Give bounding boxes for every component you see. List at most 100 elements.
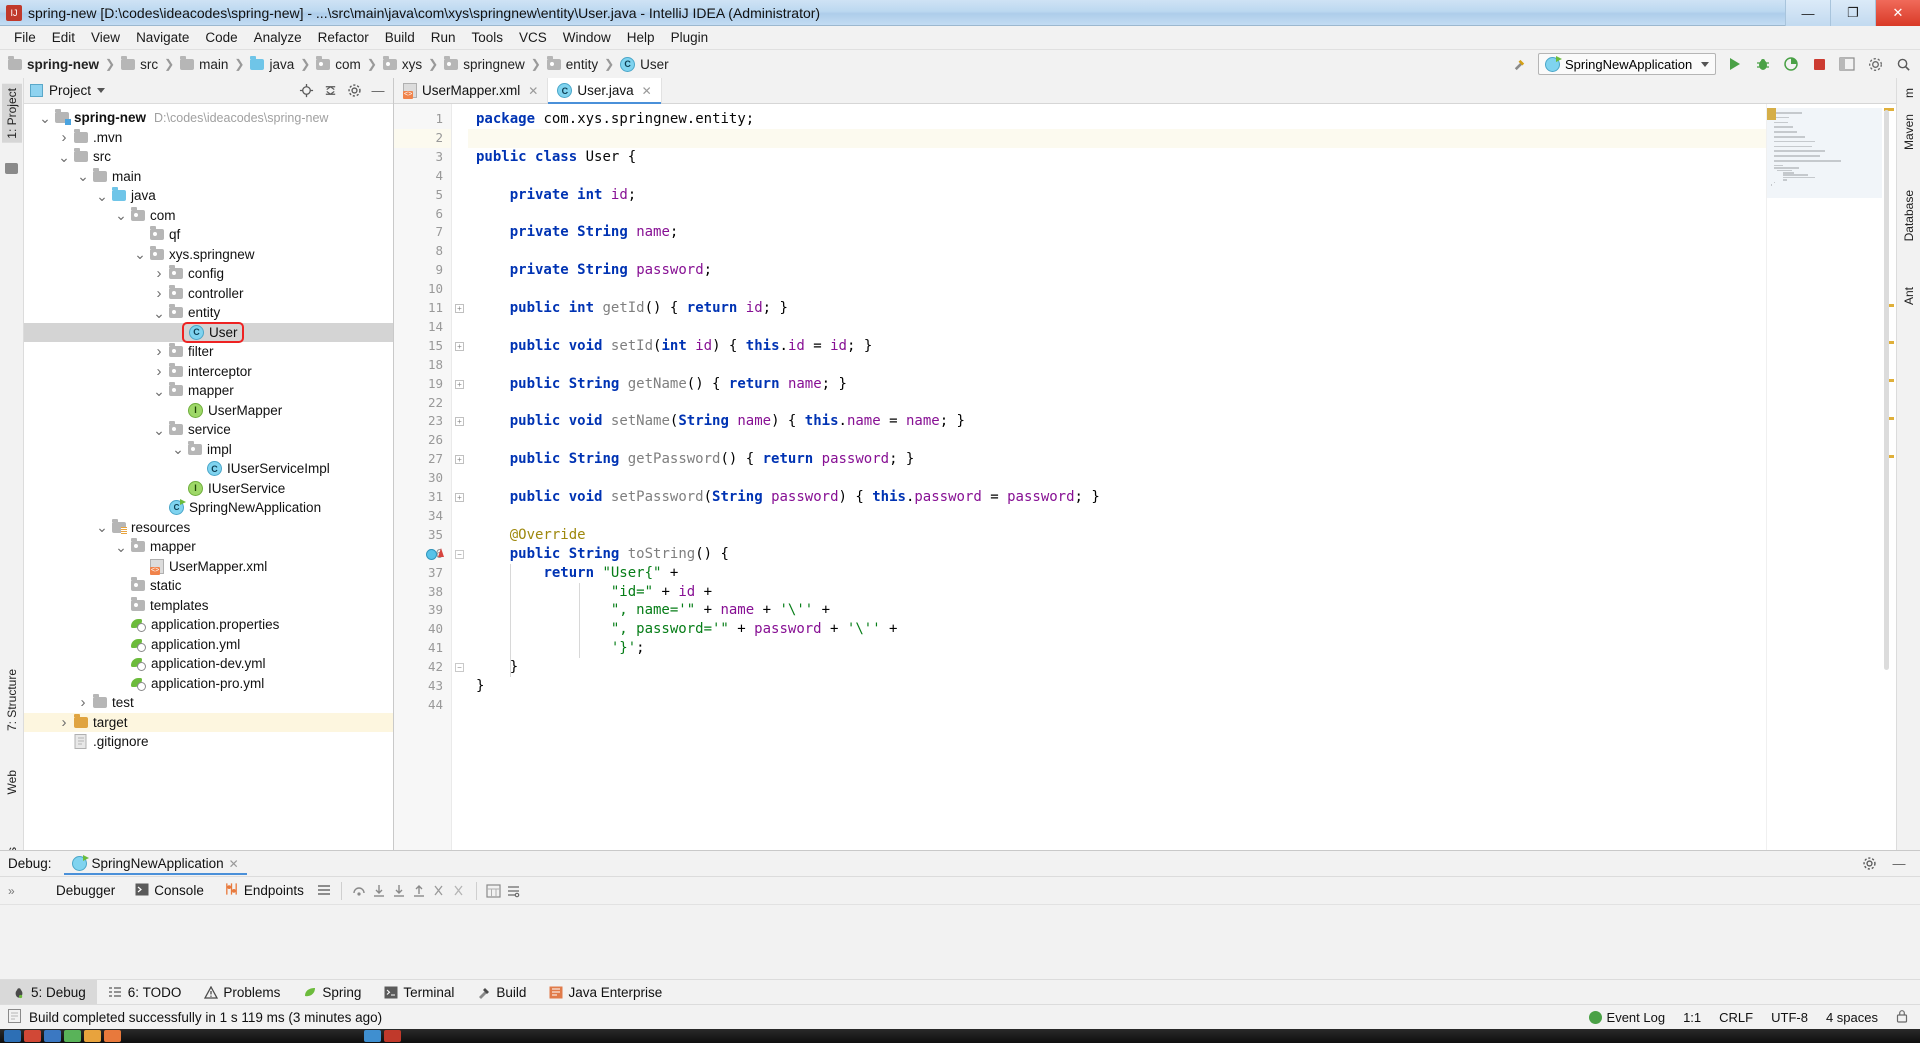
fold-expand-icon[interactable]: + <box>455 455 464 465</box>
fold-expand-icon[interactable]: + <box>455 379 464 389</box>
chevron-down-icon[interactable]: ⌄ <box>152 306 166 320</box>
breadcrumb-item-entity[interactable]: entity <box>546 55 598 72</box>
stop-icon[interactable] <box>1810 55 1828 73</box>
hide-icon[interactable]: — <box>369 82 387 100</box>
run-icon[interactable] <box>1726 55 1744 73</box>
close-icon[interactable]: ✕ <box>642 84 652 98</box>
bottom-tab-5-debug[interactable]: 5: Debug <box>0 980 97 1004</box>
layout-icon[interactable] <box>315 882 333 900</box>
tree-node[interactable]: templates <box>24 596 393 616</box>
rail-tab-ant[interactable]: Ant <box>1899 283 1919 309</box>
tree-node[interactable]: ⌄ main <box>24 167 393 187</box>
close-icon[interactable]: ✕ <box>229 857 239 871</box>
line-number[interactable]: 2 <box>435 129 443 148</box>
line-number[interactable]: 31 <box>428 488 443 507</box>
debug-tab-debugger[interactable]: Debugger <box>28 881 124 900</box>
chevron-down-icon[interactable]: ⌄ <box>171 442 185 456</box>
minimap-viewport[interactable] <box>1767 108 1882 198</box>
editor-tab-usermapper-xml[interactable]: UserMapper.xml ✕ <box>394 78 549 103</box>
tree-node[interactable]: ⌄ mapper <box>24 537 393 557</box>
project-tree[interactable]: ⌄ spring-new D:\codes\ideacodes\spring-new… <box>24 104 393 850</box>
line-number[interactable]: 34 <box>428 507 443 526</box>
tree-node[interactable]: ⌄ xys.springnew <box>24 245 393 265</box>
minimize-button[interactable]: — <box>1785 0 1830 26</box>
caret-position[interactable]: 1:1 <box>1683 1010 1701 1025</box>
menu-item-help[interactable]: Help <box>619 28 663 47</box>
line-number[interactable]: 42 <box>428 658 443 677</box>
line-number[interactable]: 39 <box>428 601 443 620</box>
line-number[interactable]: 43 <box>428 677 443 696</box>
editor-scrollbar[interactable] <box>1884 110 1889 670</box>
code-editor[interactable]: 1234567891011141518192223262730313435363… <box>394 104 1896 850</box>
bottom-tab-terminal[interactable]: Terminal <box>372 980 465 1004</box>
tree-node[interactable]: ⌄ mapper <box>24 381 393 401</box>
fold-expand-icon[interactable]: + <box>455 304 464 313</box>
bottom-tab-build[interactable]: Build <box>465 980 537 1004</box>
code-minimap[interactable] <box>1766 104 1882 850</box>
layout-icon[interactable] <box>1838 55 1856 73</box>
chevron-right-icon[interactable]: › <box>152 285 166 302</box>
chevron-right-icon[interactable]: › <box>76 694 90 711</box>
error-stripe[interactable] <box>1882 104 1896 850</box>
chevron-down-icon[interactable] <box>97 88 106 93</box>
evaluate-icon[interactable] <box>485 882 503 900</box>
debug-tab-endpoints[interactable]: Endpoints <box>215 880 313 901</box>
line-number[interactable]: 22 <box>428 394 443 413</box>
line-number[interactable]: 3 <box>435 148 443 167</box>
tree-node[interactable]: ⌄ entity <box>24 303 393 323</box>
line-number[interactable]: 5 <box>435 186 443 205</box>
drop-frame-icon[interactable] <box>430 882 448 900</box>
chevron-down-icon[interactable]: ⌄ <box>76 169 90 183</box>
breadcrumb-item-src[interactable]: src <box>121 55 158 72</box>
tree-node[interactable]: static <box>24 576 393 596</box>
chevron-down-icon[interactable]: ⌄ <box>95 189 109 203</box>
build-hammer-icon[interactable] <box>1510 55 1528 73</box>
taskbar-app-icon[interactable] <box>84 1030 101 1042</box>
tree-node[interactable]: C IUserServiceImpl <box>24 459 393 479</box>
tree-node[interactable]: › filter <box>24 342 393 362</box>
line-number[interactable]: 8 <box>435 242 443 261</box>
line-number[interactable]: 11 <box>428 299 443 318</box>
editor-tab-user-java[interactable]: C User.java ✕ <box>548 78 662 104</box>
close-button[interactable]: ✕ <box>1875 0 1920 26</box>
indent-setting[interactable]: 4 spaces <box>1826 1010 1878 1025</box>
expander-icon[interactable]: » <box>8 884 15 898</box>
line-number[interactable]: 44 <box>428 696 443 715</box>
line-number[interactable]: 9 <box>435 261 443 280</box>
fold-expand-icon[interactable]: + <box>455 493 464 502</box>
chevron-right-icon[interactable]: › <box>57 129 71 146</box>
menu-item-analyze[interactable]: Analyze <box>246 28 310 47</box>
tree-node[interactable]: application.yml <box>24 635 393 655</box>
rail-tab-web[interactable]: Web <box>2 766 22 798</box>
tree-node-selected[interactable]: C User <box>24 321 393 343</box>
chevron-down-icon[interactable]: ⌄ <box>152 384 166 398</box>
tree-node[interactable]: I UserMapper <box>24 401 393 421</box>
bottom-tab-spring[interactable]: Spring <box>291 980 372 1004</box>
step-into-icon[interactable] <box>370 882 388 900</box>
chevron-down-icon[interactable]: ⌄ <box>133 247 147 261</box>
line-number[interactable]: 10 <box>428 280 443 299</box>
event-log-button[interactable]: Event Log <box>1588 1010 1665 1025</box>
breadcrumb-item-spring-new[interactable]: spring-new <box>8 55 99 72</box>
fold-collapse-icon[interactable]: − <box>455 549 464 559</box>
taskbar-app-icon[interactable] <box>64 1030 81 1042</box>
menu-item-window[interactable]: Window <box>555 28 619 47</box>
collapse-all-icon[interactable] <box>321 82 339 100</box>
tree-node[interactable]: ⌄ spring-new D:\codes\ideacodes\spring-new <box>24 108 393 128</box>
menu-item-tools[interactable]: Tools <box>464 28 512 47</box>
line-number-gutter[interactable]: 1234567891011141518192223262730313435363… <box>394 104 452 850</box>
tree-node[interactable]: › .mvn <box>24 128 393 148</box>
tree-node[interactable]: ⌄ resources <box>24 518 393 538</box>
chevron-down-icon[interactable]: ⌄ <box>152 423 166 437</box>
bottom-tab-6-todo[interactable]: 6: TODO <box>97 980 193 1004</box>
tree-node[interactable]: application.properties <box>24 615 393 635</box>
search-icon[interactable] <box>1894 55 1912 73</box>
taskbar-start-icon[interactable] <box>4 1030 21 1042</box>
line-number[interactable]: 4 <box>435 167 443 186</box>
line-number[interactable]: 19 <box>428 375 443 394</box>
gear-icon[interactable] <box>1860 855 1878 873</box>
chevron-right-icon[interactable]: › <box>152 363 166 380</box>
tree-node[interactable]: C SpringNewApplication <box>24 498 393 518</box>
menu-item-plugin[interactable]: Plugin <box>663 28 717 47</box>
chevron-down-icon[interactable]: ⌄ <box>57 150 71 164</box>
